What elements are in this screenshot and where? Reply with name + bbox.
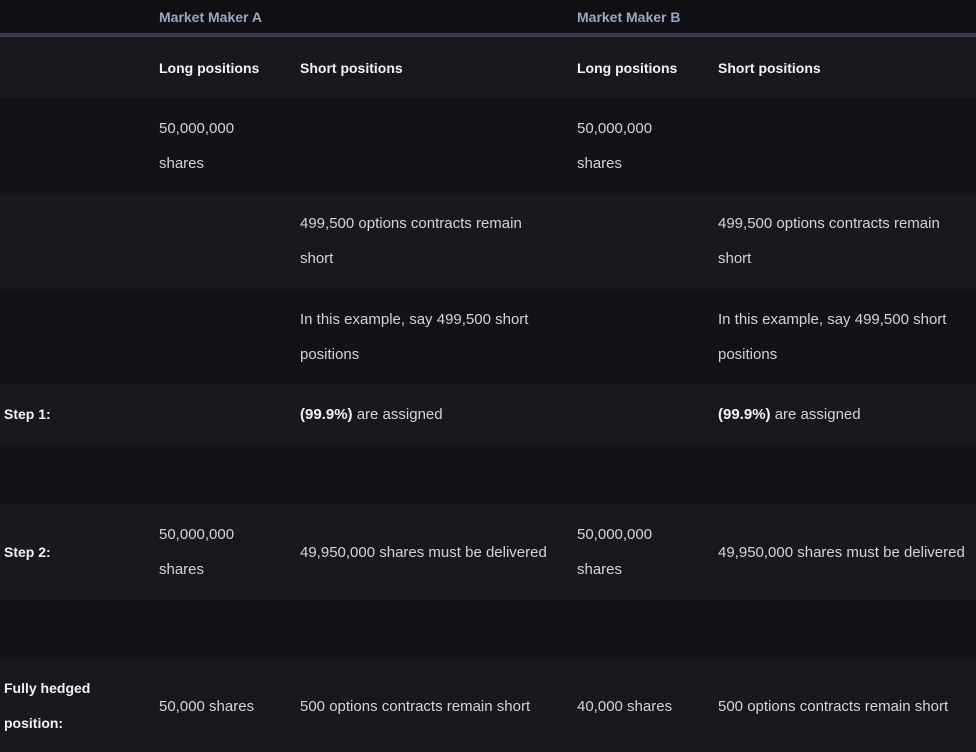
b-short-header: Short positions [718, 59, 821, 76]
market-maker-header-row: Market Maker A Market Maker B [0, 0, 976, 33]
b-assigned-suffix: are assigned [770, 405, 861, 423]
b-assigned-text: (99.9%) are assigned [718, 406, 861, 423]
table-row: Fully hedged position: 50,000 shares 500… [0, 660, 976, 752]
a-long-initial: 50,000,000 shares [159, 119, 235, 172]
market-maker-b-header: Market Maker B [577, 8, 681, 25]
a-assigned-text: (99.9%) are assigned [300, 406, 443, 423]
table-row: 499,500 options contracts remain short 4… [0, 193, 976, 289]
market-maker-a-header: Market Maker A [159, 8, 262, 25]
a-contracts-remain: 499,500 options contracts remain short [300, 215, 522, 267]
a-long-hedged: 50,000 shares [159, 697, 255, 715]
b-long-step2: 50,000,000 shares [577, 526, 653, 578]
b-example-text: In this example, say 499,500 short posit… [718, 310, 947, 363]
step-2-label: Step 2: [4, 544, 51, 560]
fully-hedged-label: Fully hedged position: [4, 680, 91, 731]
table-row: 50,000,000 shares 50,000,000 shares [0, 98, 976, 193]
a-short-header: Short positions [300, 59, 403, 76]
a-long-header: Long positions [159, 59, 260, 76]
b-long-initial: 50,000,000 shares [577, 119, 653, 172]
a-example-text: In this example, say 499,500 short posit… [300, 310, 529, 363]
a-short-hedged: 500 options contracts remain short [300, 697, 531, 715]
positions-table: Market Maker A Market Maker B Long posit… [0, 0, 976, 752]
b-contracts-remain: 499,500 options contracts remain short [718, 215, 940, 267]
table-row: In this example, say 499,500 short posit… [0, 289, 976, 384]
a-assigned-suffix: are assigned [352, 405, 443, 423]
a-shares-delivered: 49,950,000 shares must be delivered [300, 543, 547, 561]
a-assigned-percent: (99.9%) [300, 405, 353, 423]
table-row: Step 1: (99.9%) are assigned (99.9%) are… [0, 384, 976, 444]
a-long-step2: 50,000,000 shares [159, 526, 235, 578]
table-row: Step 2: 50,000,000 shares 49,950,000 sha… [0, 504, 976, 600]
step-1-label: Step 1: [4, 406, 51, 422]
column-header-row: Long positions Short positions Long posi… [0, 37, 976, 98]
b-shares-delivered: 49,950,000 shares must be delivered [718, 543, 965, 561]
table-row-empty [0, 600, 976, 660]
b-short-hedged: 500 options contracts remain short [718, 697, 949, 715]
table-row-empty [0, 444, 976, 504]
b-long-header: Long positions [577, 59, 678, 76]
b-long-hedged: 40,000 shares [577, 697, 673, 715]
b-assigned-percent: (99.9%) [718, 405, 771, 423]
